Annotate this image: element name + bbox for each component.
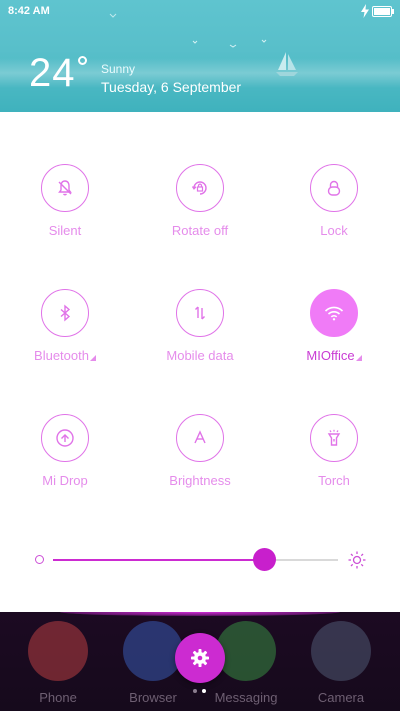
toggle-label: Rotate off <box>171 223 229 238</box>
slider-thumb[interactable] <box>252 548 276 571</box>
weather-date: Tuesday, 6 September <box>101 79 242 95</box>
degree-icon <box>78 56 87 65</box>
toggle-label: MIOffice <box>274 348 394 363</box>
expand-arrow-icon[interactable] <box>355 355 362 361</box>
status-bar: 8:42 AM <box>0 0 400 22</box>
weather-header: 8:42 AM 24 Sunny Tuesday, 6 September <box>0 0 400 112</box>
slider-track[interactable] <box>53 559 338 561</box>
brightness-slider[interactable] <box>35 548 370 572</box>
toggle-label: Torch <box>318 473 350 488</box>
app-label: Phone <box>39 690 77 705</box>
app-label: Messaging <box>214 690 278 705</box>
app-label: Camera <box>317 690 365 705</box>
brightness-high-icon <box>348 551 366 569</box>
expand-arrow-icon[interactable] <box>89 355 96 361</box>
toggle-torch[interactable]: Torch <box>274 414 394 514</box>
toggle-rotate[interactable]: Rotate off <box>140 164 260 264</box>
toggle-label: Silent <box>48 223 82 238</box>
weather-condition: Sunny <box>101 62 136 76</box>
toggle-silent[interactable]: Silent <box>5 164 125 264</box>
browser-icon[interactable] <box>123 621 183 681</box>
status-time: 8:42 AM <box>8 5 50 17</box>
toggle-brightness-auto[interactable]: Brightness <box>140 414 260 514</box>
brightness-low-icon <box>35 555 44 564</box>
toggle-wifi[interactable]: MIOffice <box>274 289 394 389</box>
camera-icon[interactable] <box>311 621 371 681</box>
mobile-data-icon[interactable] <box>176 289 224 337</box>
slider-track-fill <box>53 559 264 561</box>
toggle-label: Brightness <box>169 473 231 488</box>
bluetooth-icon[interactable] <box>41 289 89 337</box>
toggle-label: Mi Drop <box>42 473 88 488</box>
bell-off-icon[interactable] <box>41 164 89 212</box>
lock-icon[interactable] <box>310 164 358 212</box>
toggle-mi-drop[interactable]: Mi Drop <box>5 414 125 514</box>
settings-button[interactable] <box>175 633 225 683</box>
mi-drop-icon[interactable] <box>41 414 89 462</box>
brightness-auto-icon[interactable] <box>176 414 224 462</box>
rotate-lock-icon[interactable] <box>176 164 224 212</box>
torch-icon[interactable] <box>310 414 358 462</box>
phone-icon[interactable] <box>28 621 88 681</box>
dock-app-camera[interactable]: Camera <box>296 616 386 711</box>
toggle-label: Lock <box>320 223 348 238</box>
wifi-icon[interactable] <box>310 289 358 337</box>
toggle-lock[interactable]: Lock <box>274 164 394 264</box>
toggle-mobile-data[interactable]: Mobile data <box>140 289 260 389</box>
messaging-icon[interactable] <box>216 621 276 681</box>
charging-icon <box>361 4 369 18</box>
gear-icon <box>191 649 209 667</box>
dock-app-phone[interactable]: Phone <box>13 616 103 711</box>
toggle-label: Bluetooth <box>5 348 125 363</box>
temperature: 24 <box>29 51 76 95</box>
app-label: Browser <box>129 690 177 705</box>
toggle-bluetooth[interactable]: Bluetooth <box>5 289 125 389</box>
page-indicator <box>193 689 213 695</box>
toggle-label: Mobile data <box>166 348 234 363</box>
battery-icon <box>372 6 394 17</box>
